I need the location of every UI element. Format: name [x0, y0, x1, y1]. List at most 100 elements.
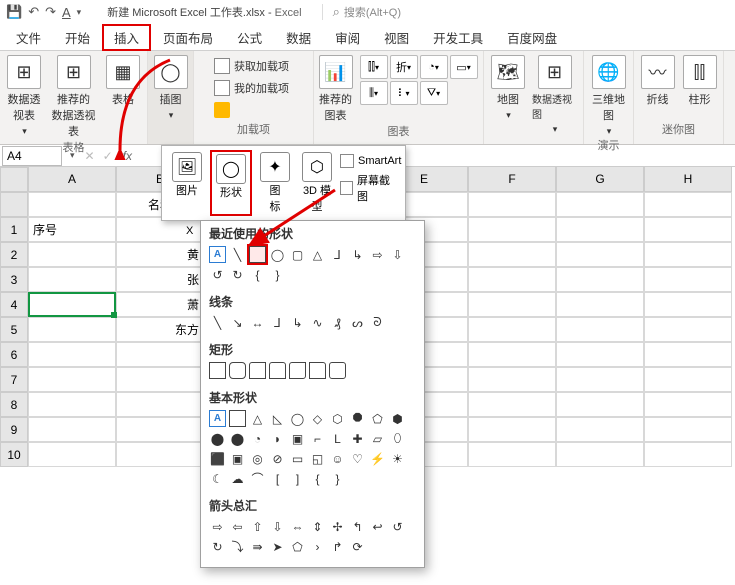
cell[interactable] — [468, 267, 556, 292]
tab-baidu[interactable]: 百度网盘 — [495, 24, 569, 51]
tab-file[interactable]: 文件 — [4, 24, 53, 51]
shape-arrow-uturn[interactable]: ↩ — [369, 518, 386, 535]
name-box[interactable] — [2, 146, 62, 166]
cell[interactable] — [116, 367, 204, 392]
shape-snipdiag[interactable] — [289, 362, 306, 379]
shape-frame[interactable]: ▣ — [289, 430, 306, 447]
shape-nosymbol[interactable]: ⊘ — [269, 450, 286, 467]
cell[interactable] — [644, 442, 732, 467]
pivot-table-button[interactable]: ⊞ 数据透 视表 — [6, 55, 42, 137]
recommended-charts-button[interactable]: 📊 推荐的 图表 — [318, 55, 354, 123]
3d-map-button[interactable]: 🌐 三维地 图 — [591, 55, 627, 137]
search-box[interactable]: 搜索(Alt+Q) — [322, 4, 401, 20]
shape-curve2[interactable]: ₰ — [329, 314, 346, 331]
tab-view[interactable]: 视图 — [372, 24, 421, 51]
cell[interactable] — [644, 242, 732, 267]
cell[interactable] — [556, 392, 644, 417]
shape-moon[interactable]: ☾ — [209, 470, 226, 487]
cell[interactable] — [644, 292, 732, 317]
shape-10[interactable]: ⬤ — [209, 430, 226, 447]
shape-elbow-arrow[interactable]: ↳ — [289, 314, 306, 331]
row-header[interactable]: 9 — [0, 417, 28, 442]
cell[interactable] — [644, 392, 732, 417]
get-addins-button[interactable]: 获取加载项 — [214, 56, 293, 76]
tab-insert[interactable]: 插入 — [102, 24, 151, 51]
shape-roundrect[interactable]: ▢ — [289, 246, 306, 263]
row-header[interactable]: 8 — [0, 392, 28, 417]
shape-bolt[interactable]: ⚡ — [369, 450, 386, 467]
row-header[interactable]: 6 — [0, 342, 28, 367]
insert-icons-button[interactable]: ✦ 图 标 — [256, 150, 294, 216]
fx-icon[interactable]: fx — [117, 149, 138, 163]
tab-home[interactable]: 开始 — [53, 24, 102, 51]
col-header[interactable]: F — [468, 167, 556, 192]
shape-arrow-curvd[interactable]: ⤵ — [229, 538, 246, 555]
shape-oct[interactable]: ⯃ — [349, 410, 366, 427]
shape-round1[interactable] — [309, 362, 326, 379]
cell[interactable] — [644, 367, 732, 392]
chart-combo-button[interactable]: ⛛ — [420, 81, 448, 105]
shape-chord[interactable]: ◗ — [269, 430, 286, 447]
shape-halfframe[interactable]: ⌐ — [309, 430, 326, 447]
cell[interactable] — [644, 317, 732, 342]
shape-bracket-l[interactable]: [ — [269, 470, 286, 487]
cell[interactable]: 黄 — [116, 242, 204, 267]
row-header[interactable]: 4 — [0, 292, 28, 317]
shape-line-arrow[interactable]: ↘ — [229, 314, 246, 331]
shape-textbox2[interactable]: A — [209, 410, 226, 427]
shape-snip2[interactable] — [269, 362, 286, 379]
shape-arrow-quad[interactable]: ✢ — [329, 518, 346, 535]
bing-addin-button[interactable] — [214, 100, 293, 120]
redo-icon[interactable]: ↷ — [45, 4, 56, 20]
shape-snip1[interactable] — [249, 362, 266, 379]
cell[interactable] — [644, 217, 732, 242]
cell[interactable]: 东方 — [116, 317, 204, 342]
shape-arrow-lr[interactable]: ⇔ — [289, 518, 306, 535]
cell[interactable] — [468, 392, 556, 417]
shape-connector-elbow[interactable]: ↳ — [349, 246, 366, 263]
qat-more-icon[interactable]: ▾ — [77, 7, 82, 18]
cell[interactable] — [644, 342, 732, 367]
shape-cloud[interactable]: ☁ — [229, 470, 246, 487]
cell[interactable] — [28, 392, 116, 417]
cell[interactable] — [556, 417, 644, 442]
illustrations-button[interactable]: ◯ 插图 — [153, 55, 189, 121]
shape-block[interactable]: ▭ — [289, 450, 306, 467]
shape-arrow-pent[interactable]: ⬠ — [289, 538, 306, 555]
pivot-chart-button[interactable]: ⊞ 数据透视图 — [532, 55, 577, 135]
shape-arrow-stripe[interactable]: ⇛ — [249, 538, 266, 555]
cell[interactable] — [468, 417, 556, 442]
shape-oval[interactable]: ◯ — [269, 246, 286, 263]
cell[interactable] — [28, 317, 116, 342]
cell[interactable] — [556, 192, 644, 217]
insert-picture-button[interactable]: 🖼 图片 — [168, 150, 206, 216]
chart-hier-button[interactable]: ▭ — [450, 55, 478, 79]
undo-icon[interactable]: ↶ — [28, 4, 39, 20]
insert-3dmodel-button[interactable]: ⬡ 3D 模 型 — [298, 150, 336, 216]
shape-brace-l[interactable]: { — [309, 470, 326, 487]
shape-brace-right[interactable]: } — [269, 266, 286, 283]
cell[interactable]: 萧 — [116, 292, 204, 317]
tab-layout[interactable]: 页面布局 — [151, 24, 225, 51]
shape-arrow-d[interactable]: ⇩ — [269, 518, 286, 535]
cell[interactable] — [28, 242, 116, 267]
shape-arrow[interactable]: ⇨ — [369, 246, 386, 263]
shape-arrow-chev[interactable]: › — [309, 538, 326, 555]
shape-textbox[interactable]: A — [209, 246, 226, 263]
shape-connector[interactable]: ⅃ — [329, 246, 346, 263]
col-header[interactable]: A — [28, 167, 116, 192]
shape-curve[interactable]: ∿ — [309, 314, 326, 331]
cell[interactable] — [116, 392, 204, 417]
tab-dev[interactable]: 开发工具 — [421, 24, 495, 51]
shape-arrow-notch[interactable]: ➤ — [269, 538, 286, 555]
my-addins-button[interactable]: 我的加载项 — [214, 78, 293, 98]
shape-smile[interactable]: ☺ — [329, 450, 346, 467]
select-all-corner[interactable] — [0, 167, 28, 192]
sparkline-column-button[interactable]: ⫿⫿ 柱形 — [682, 55, 718, 107]
tab-data[interactable]: 数据 — [274, 24, 323, 51]
cell[interactable] — [644, 192, 732, 217]
shape-arrow-curvl[interactable]: ↺ — [389, 518, 406, 535]
shape-rectangle[interactable] — [249, 246, 266, 263]
shape-triangle[interactable]: △ — [309, 246, 326, 263]
cell[interactable] — [556, 292, 644, 317]
